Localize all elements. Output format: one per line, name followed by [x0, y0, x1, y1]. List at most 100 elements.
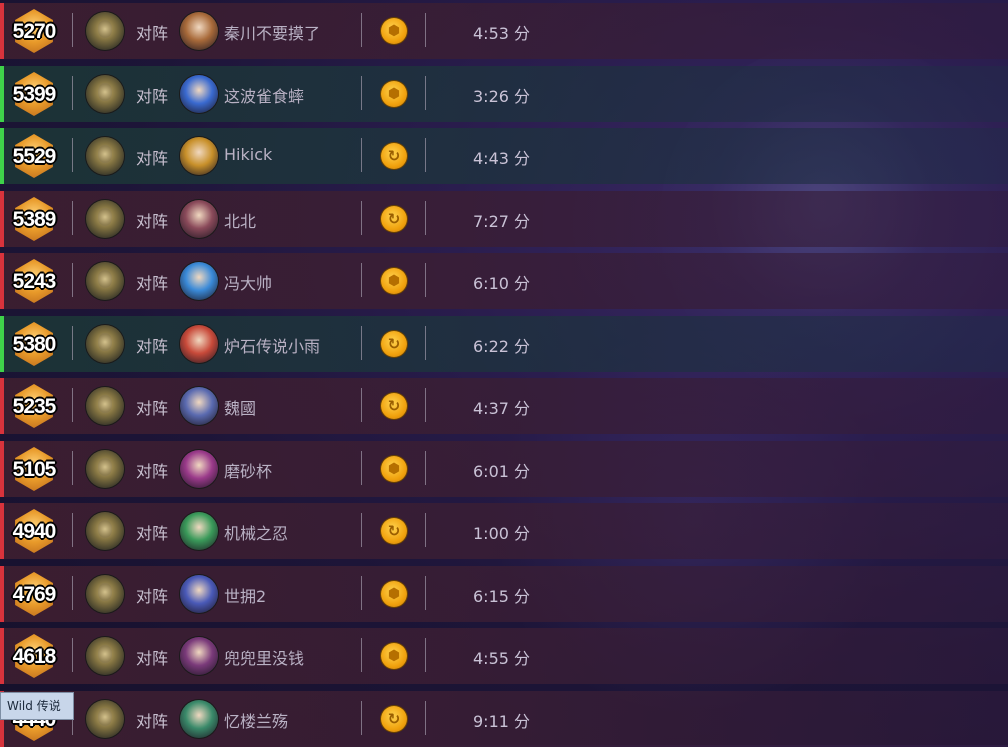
divider — [425, 388, 426, 422]
divider — [425, 201, 426, 235]
rank-badge: 5380 — [12, 322, 56, 366]
match-duration: 6:01 分 — [473, 462, 531, 481]
divider — [361, 513, 362, 547]
rank-number: 5399 — [12, 83, 57, 106]
match-row[interactable]: 5529 对阵 Hikick ↻ 4:43 分 — [0, 128, 1008, 184]
wild-swirl-icon[interactable]: ↻ — [381, 143, 407, 169]
wild-swirl-icon[interactable]: ↻ — [381, 706, 407, 732]
opponent-hero-portrait — [180, 75, 218, 113]
opponent-hero-portrait — [180, 200, 218, 238]
divider — [361, 451, 362, 485]
rank-number: 4940 — [12, 520, 57, 543]
match-row[interactable]: 5389 对阵 北北 ↻ 7:27 分 — [0, 191, 1008, 247]
divider — [72, 388, 73, 422]
divider — [425, 326, 426, 360]
match-duration: 6:10 分 — [473, 274, 531, 293]
opponent-hero-portrait — [180, 12, 218, 50]
player-hero-portrait — [86, 637, 124, 675]
opponent-hero-portrait — [180, 512, 218, 550]
divider — [361, 76, 362, 110]
standard-coin-icon[interactable]: ⬢ — [381, 643, 407, 669]
opponent-name[interactable]: 秦川不要摸了 — [224, 20, 320, 44]
divider — [425, 451, 426, 485]
match-duration: 1:00 分 — [473, 524, 531, 543]
match-row[interactable]: 4440对阵忆楼兰殇↻9:11 分 — [0, 691, 1008, 747]
standard-coin-icon[interactable]: ⬢ — [381, 456, 407, 482]
match-row[interactable]: 5243 对阵 冯大帅 ⬢ 6:10 分 — [0, 253, 1008, 309]
match-duration: 6:15 分 — [473, 587, 531, 606]
divider — [72, 138, 73, 172]
versus-label: 对阵 — [136, 712, 169, 731]
wild-swirl-icon[interactable]: ↻ — [381, 206, 407, 232]
divider — [425, 263, 426, 297]
match-duration: 3:26 分 — [473, 87, 531, 106]
versus-label: 对阵 — [136, 24, 169, 43]
rank-badge: 4769 — [12, 572, 56, 616]
rank-number: 4618 — [12, 645, 57, 668]
opponent-hero-portrait — [180, 262, 218, 300]
wild-swirl-icon[interactable]: ↻ — [381, 393, 407, 419]
divider — [72, 576, 73, 610]
opponent-name[interactable]: 忆楼兰殇 — [224, 708, 288, 732]
divider — [361, 388, 362, 422]
opponent-name[interactable]: 冯大帅 — [224, 270, 272, 294]
rank-number: 5389 — [12, 208, 57, 231]
opponent-hero-portrait — [180, 325, 218, 363]
divider — [72, 13, 73, 47]
versus-label: 对阵 — [136, 462, 169, 481]
player-hero-portrait — [86, 200, 124, 238]
divider — [361, 701, 362, 735]
rank-badge: 5270 — [12, 9, 56, 53]
divider — [361, 201, 362, 235]
divider — [425, 513, 426, 547]
wild-swirl-icon[interactable]: ↻ — [381, 331, 407, 357]
wild-swirl-icon[interactable]: ↻ — [381, 518, 407, 544]
divider — [72, 638, 73, 672]
standard-coin-icon[interactable]: ⬢ — [381, 581, 407, 607]
divider — [425, 638, 426, 672]
rank-number: 5235 — [12, 395, 57, 418]
match-row[interactable]: 5270 对阵 秦川不要摸了 ⬢ 4:53 分 — [0, 3, 1008, 59]
divider — [361, 638, 362, 672]
divider — [72, 513, 73, 547]
opponent-name[interactable]: 北北 — [224, 208, 256, 232]
player-hero-portrait — [86, 387, 124, 425]
rank-badge: 5389 — [12, 197, 56, 241]
player-hero-portrait — [86, 75, 124, 113]
opponent-name[interactable]: 这波雀食蟀 — [224, 83, 304, 107]
match-duration: 4:43 分 — [473, 149, 531, 168]
match-row[interactable]: 5380 对阵 炉石传说小雨 ↻ 6:22 分 — [0, 316, 1008, 372]
opponent-hero-portrait — [180, 450, 218, 488]
opponent-name[interactable]: 兜兜里没钱 — [224, 645, 304, 669]
divider — [425, 76, 426, 110]
standard-coin-icon[interactable]: ⬢ — [381, 81, 407, 107]
match-row[interactable]: 4940 对阵 机械之忍 ↻ 1:00 分 — [0, 503, 1008, 559]
opponent-hero-portrait — [180, 700, 218, 738]
match-row[interactable]: 4618 对阵 兜兜里没钱 ⬢ 4:55 分 — [0, 628, 1008, 684]
match-duration: 4:53 分 — [473, 24, 531, 43]
rank-badge: 4940 — [12, 509, 56, 553]
match-row[interactable]: 4769 对阵 世拥2 ⬢ 6:15 分 — [0, 566, 1008, 622]
standard-coin-icon[interactable]: ⬢ — [381, 268, 407, 294]
divider — [72, 326, 73, 360]
match-duration: 4:55 分 — [473, 649, 531, 668]
opponent-name[interactable]: 魏國 — [224, 395, 256, 419]
rank-badge: 5529 — [12, 134, 56, 178]
format-tooltip: Wild 传说 — [0, 692, 74, 720]
opponent-name[interactable]: 炉石传说小雨 — [224, 333, 320, 357]
divider — [361, 326, 362, 360]
rank-number: 5529 — [12, 145, 57, 168]
standard-coin-icon[interactable]: ⬢ — [381, 18, 407, 44]
versus-label: 对阵 — [136, 149, 169, 168]
divider — [425, 13, 426, 47]
opponent-name[interactable]: 机械之忍 — [224, 520, 288, 544]
opponent-name[interactable]: Hikick — [224, 145, 272, 164]
match-row[interactable]: 5235 对阵 魏國 ↻ 4:37 分 — [0, 378, 1008, 434]
opponent-name[interactable]: 世拥2 — [224, 583, 266, 607]
rank-badge: 4618 — [12, 634, 56, 678]
player-hero-portrait — [86, 700, 124, 738]
match-row[interactable]: 5105 对阵 磨砂杯 ⬢ 6:01 分 — [0, 441, 1008, 497]
versus-label: 对阵 — [136, 649, 169, 668]
opponent-name[interactable]: 磨砂杯 — [224, 458, 272, 482]
match-row[interactable]: 5399 对阵 这波雀食蟀 ⬢ 3:26 分 — [0, 66, 1008, 122]
